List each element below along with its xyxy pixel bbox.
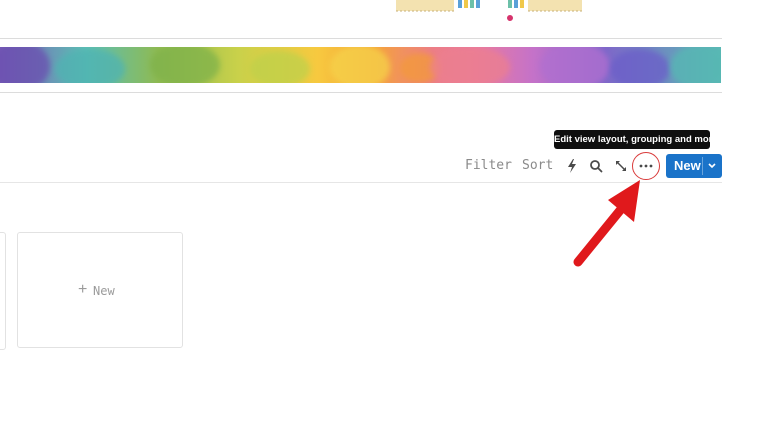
new-button-label: New — [674, 158, 701, 173]
add-card-button[interactable]: + New — [17, 232, 183, 348]
divider-under-banner — [0, 92, 722, 93]
cover-banner — [0, 47, 721, 83]
divider-top — [0, 38, 722, 39]
more-dots-icon — [639, 164, 653, 168]
new-button-divider — [702, 157, 703, 175]
filter-button[interactable]: Filter — [465, 157, 512, 175]
new-button[interactable]: New — [666, 154, 722, 178]
sort-button[interactable]: Sort — [522, 157, 553, 175]
plus-icon: + — [78, 281, 88, 298]
red-arrow-annotation — [573, 180, 640, 267]
add-card-label: New — [93, 284, 115, 298]
header-illustration-fragment — [396, 0, 582, 21]
board-card[interactable] — [0, 232, 6, 350]
chevron-down-icon[interactable] — [707, 162, 717, 170]
tooltip: Edit view layout, grouping and more... — [554, 130, 726, 149]
